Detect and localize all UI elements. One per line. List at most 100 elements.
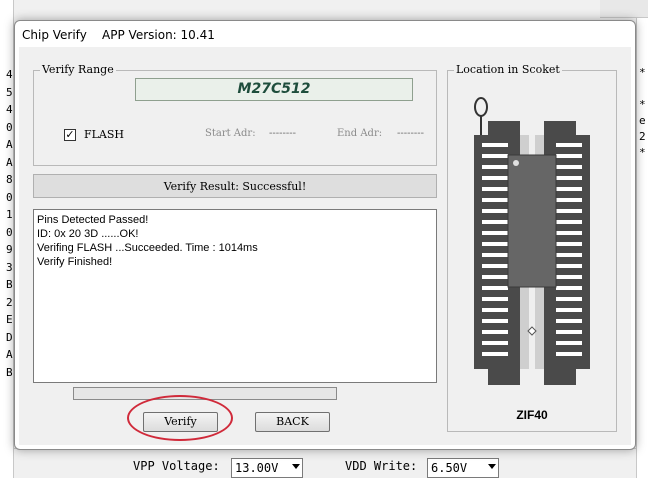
socket-pin-right: [556, 330, 582, 334]
verify-range-title: Verify Range: [40, 63, 116, 76]
background-hex-char: D: [6, 330, 13, 344]
socket-pin-left: [482, 330, 508, 334]
chip-verify-dialog: Chip Verify APP Version: 10.41 Verify Ra…: [14, 20, 636, 450]
socket-pin-right: [556, 176, 582, 180]
chip-name-box: M27C512: [135, 78, 413, 101]
socket-pin-right: [556, 253, 582, 257]
back-button[interactable]: BACK: [255, 412, 330, 432]
socket-pin-left: [482, 176, 508, 180]
socket-pin-left: [482, 308, 508, 312]
start-adr-value: --------: [269, 128, 297, 139]
background-hex-pane: 4540AA801093B2EDAB: [0, 0, 14, 478]
socket-pin-left: [482, 297, 508, 301]
flash-checkbox[interactable]: ✓: [64, 129, 76, 141]
chevron-down-icon: [488, 464, 496, 469]
background-right-char: *: [639, 66, 646, 79]
socket-pin-left: [482, 242, 508, 246]
socket-pin-right: [556, 231, 582, 235]
start-adr-label: Start Adr:: [205, 128, 256, 139]
log-line: Verifing FLASH ...Succeeded. Time : 1014…: [37, 242, 258, 254]
vpp-voltage-select[interactable]: 13.00V: [231, 458, 303, 478]
dialog-titlebar[interactable]: Chip Verify APP Version: 10.41: [15, 21, 635, 47]
verify-result-text: Verify Result: Successful!: [163, 180, 307, 193]
vpp-voltage-value: 13.00V: [235, 461, 279, 475]
verify-button[interactable]: Verify: [143, 412, 218, 432]
background-right-char: *: [639, 98, 646, 111]
socket-pin-right: [556, 341, 582, 345]
vdd-write-label: VDD Write:: [345, 459, 418, 473]
socket-pin-left: [482, 231, 508, 235]
socket-pin-right: [556, 352, 582, 356]
socket-lever-icon: [474, 97, 488, 135]
background-right-char: e: [639, 114, 646, 127]
socket-pin-left: [482, 275, 508, 279]
verify-range-group: Verify Range M27C512 ✓ FLASH Start Adr: …: [33, 63, 437, 166]
socket-pin-right: [556, 143, 582, 147]
background-hex-char: 2: [6, 295, 13, 309]
location-title: Location in Scoket: [454, 63, 562, 76]
socket-pin-left: [482, 319, 508, 323]
socket-label: ZIF40: [516, 408, 548, 422]
chip-body: [507, 154, 557, 288]
socket-pin-right: [556, 264, 582, 268]
socket-pin-right: [556, 209, 582, 213]
log-line: Verify Finished!: [37, 256, 113, 268]
socket-pin-right: [556, 286, 582, 290]
background-hex-char: A: [6, 348, 13, 361]
socket-pin-left: [482, 143, 508, 147]
background-right-char: *: [639, 146, 646, 159]
log-line: ID: 0x 20 3D ......OK!: [37, 228, 139, 240]
background-hex-char: B: [6, 278, 13, 291]
socket-pin-left: [482, 264, 508, 268]
socket-pin-left: [482, 253, 508, 257]
background-hex-char: 4: [6, 103, 13, 116]
socket-pin-right: [556, 198, 582, 202]
flash-label: FLASH: [84, 128, 125, 141]
socket-pin-right: [556, 308, 582, 312]
socket-pin-right: [556, 319, 582, 323]
chevron-down-icon: [292, 464, 300, 469]
background-hex-char: E: [6, 313, 13, 326]
log-output[interactable]: Pins Detected Passed! ID: 0x 20 3D .....…: [33, 209, 437, 383]
background-hex-char: 0: [6, 120, 13, 134]
log-line: Pins Detected Passed!: [37, 214, 149, 226]
vpp-voltage-label: VPP Voltage:: [133, 459, 220, 473]
background-hex-char: 8: [6, 173, 13, 186]
verify-result-bar: Verify Result: Successful!: [33, 174, 437, 198]
socket-pin-left: [482, 341, 508, 345]
socket-pin-right: [556, 220, 582, 224]
socket-pin-left: [482, 286, 508, 290]
background-hex-char: 0: [6, 190, 13, 204]
socket-pin-left: [482, 165, 508, 169]
background-hex-char: A: [6, 138, 13, 151]
background-hex-char: 0: [6, 225, 13, 239]
location-in-socket-group: Location in Scoket ZIF40: [447, 63, 617, 432]
socket-pin-left: [482, 220, 508, 224]
background-right-pane: * * e 2 *: [636, 0, 648, 478]
socket-pin-left: [482, 209, 508, 213]
vdd-write-select[interactable]: 6.50V: [427, 458, 499, 478]
end-adr-label: End Adr:: [337, 128, 383, 139]
checkmark-icon: ✓: [65, 128, 75, 141]
socket-pin-left: [482, 154, 508, 158]
zif40-socket-icon: [474, 97, 590, 385]
dialog-client-area: Verify Range M27C512 ✓ FLASH Start Adr: …: [19, 47, 631, 445]
socket-pin-left: [482, 352, 508, 356]
socket-pin-left: [482, 187, 508, 191]
background-hex-char: 5: [6, 85, 13, 99]
socket-pin-right: [556, 165, 582, 169]
socket-pin-right: [556, 275, 582, 279]
vdd-write-value: 6.50V: [431, 461, 468, 475]
chip-name: M27C512: [237, 81, 311, 97]
socket-pin-left: [482, 198, 508, 202]
background-hex-char: 9: [6, 243, 13, 256]
background-topbar: [600, 0, 648, 18]
background-right-char: 2: [639, 130, 646, 143]
background-bottom-bar: [14, 448, 636, 478]
socket-pin-right: [556, 297, 582, 301]
socket-pin-right: [556, 242, 582, 246]
socket-pin-right: [556, 154, 582, 158]
end-adr-value: --------: [397, 128, 425, 139]
socket-pin-right: [556, 187, 582, 191]
background-hex-char: B: [6, 365, 13, 379]
